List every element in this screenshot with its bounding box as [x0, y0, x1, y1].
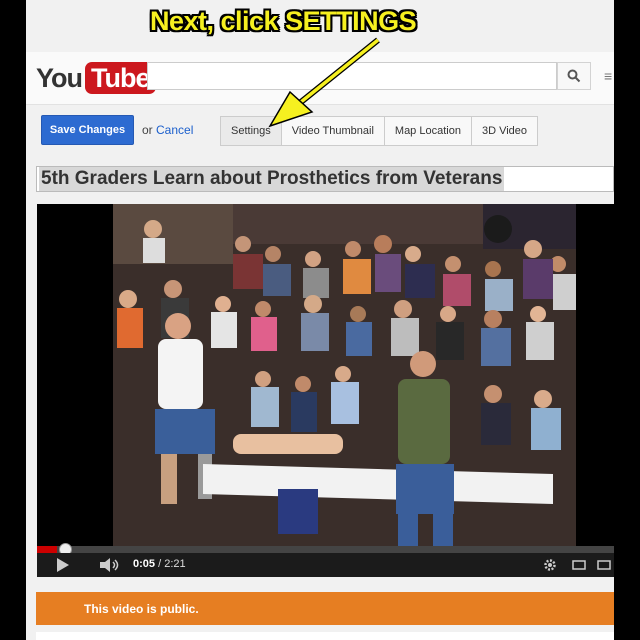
search-button[interactable] — [557, 62, 591, 90]
fullscreen-button[interactable] — [594, 553, 614, 577]
masthead: You Tube ≡ — [26, 52, 614, 105]
time-display: 0:05 / 2:21 — [133, 558, 186, 570]
or-cancel: or Cancel — [142, 123, 193, 137]
video-frame[interactable] — [113, 204, 576, 546]
fullscreen-icon — [597, 560, 611, 570]
video-still-image — [113, 204, 576, 546]
tab-3d-video[interactable]: 3D Video — [472, 117, 537, 145]
bottom-panel — [36, 632, 614, 640]
youtube-logo[interactable]: You Tube — [36, 61, 156, 95]
video-title-field[interactable]: 5th Graders Learn about Prosthetics from… — [36, 166, 614, 192]
tab-settings[interactable]: Settings — [221, 117, 282, 145]
gear-icon — [544, 559, 556, 571]
current-time: 0:05 — [133, 558, 156, 570]
right-black-border — [614, 0, 640, 640]
theater-mode-icon — [572, 560, 586, 570]
tab-video-thumbnail[interactable]: Video Thumbnail — [282, 117, 385, 145]
upload-icon[interactable]: ≡ — [604, 68, 612, 84]
video-player[interactable]: 0:05 / 2:21 — [37, 204, 614, 577]
volume-icon — [100, 558, 119, 572]
volume-button[interactable] — [97, 553, 123, 577]
search-input[interactable] — [147, 62, 557, 90]
edit-toolbar: Save Changes or Cancel Settings Video Th… — [26, 105, 614, 157]
edit-tabs: Settings Video Thumbnail Map Location 3D… — [220, 116, 539, 146]
progress-played — [37, 546, 58, 553]
youtube-edit-page: You Tube ≡ Save Changes or Cancel Settin… — [26, 0, 614, 640]
video-title: 5th Graders Learn about Prosthetics from… — [39, 167, 505, 191]
size-toggle-button[interactable] — [569, 553, 589, 577]
cancel-link[interactable]: Cancel — [156, 123, 193, 137]
logo-you-text: You — [36, 62, 83, 93]
save-changes-button[interactable]: Save Changes — [41, 115, 134, 145]
progress-bar[interactable] — [37, 543, 614, 556]
play-button[interactable] — [51, 553, 75, 577]
play-icon — [57, 558, 69, 572]
annotation-text: Next, click SETTINGS — [150, 6, 417, 36]
privacy-banner: This video is public. — [36, 592, 614, 625]
settings-button[interactable] — [540, 553, 560, 577]
tab-map-location[interactable]: Map Location — [385, 117, 472, 145]
total-time: / 2:21 — [158, 558, 186, 570]
or-text: or — [142, 123, 153, 137]
logo-tube-text: Tube — [85, 62, 156, 94]
search-icon — [567, 69, 581, 83]
player-controls: 0:05 / 2:21 — [37, 553, 614, 577]
